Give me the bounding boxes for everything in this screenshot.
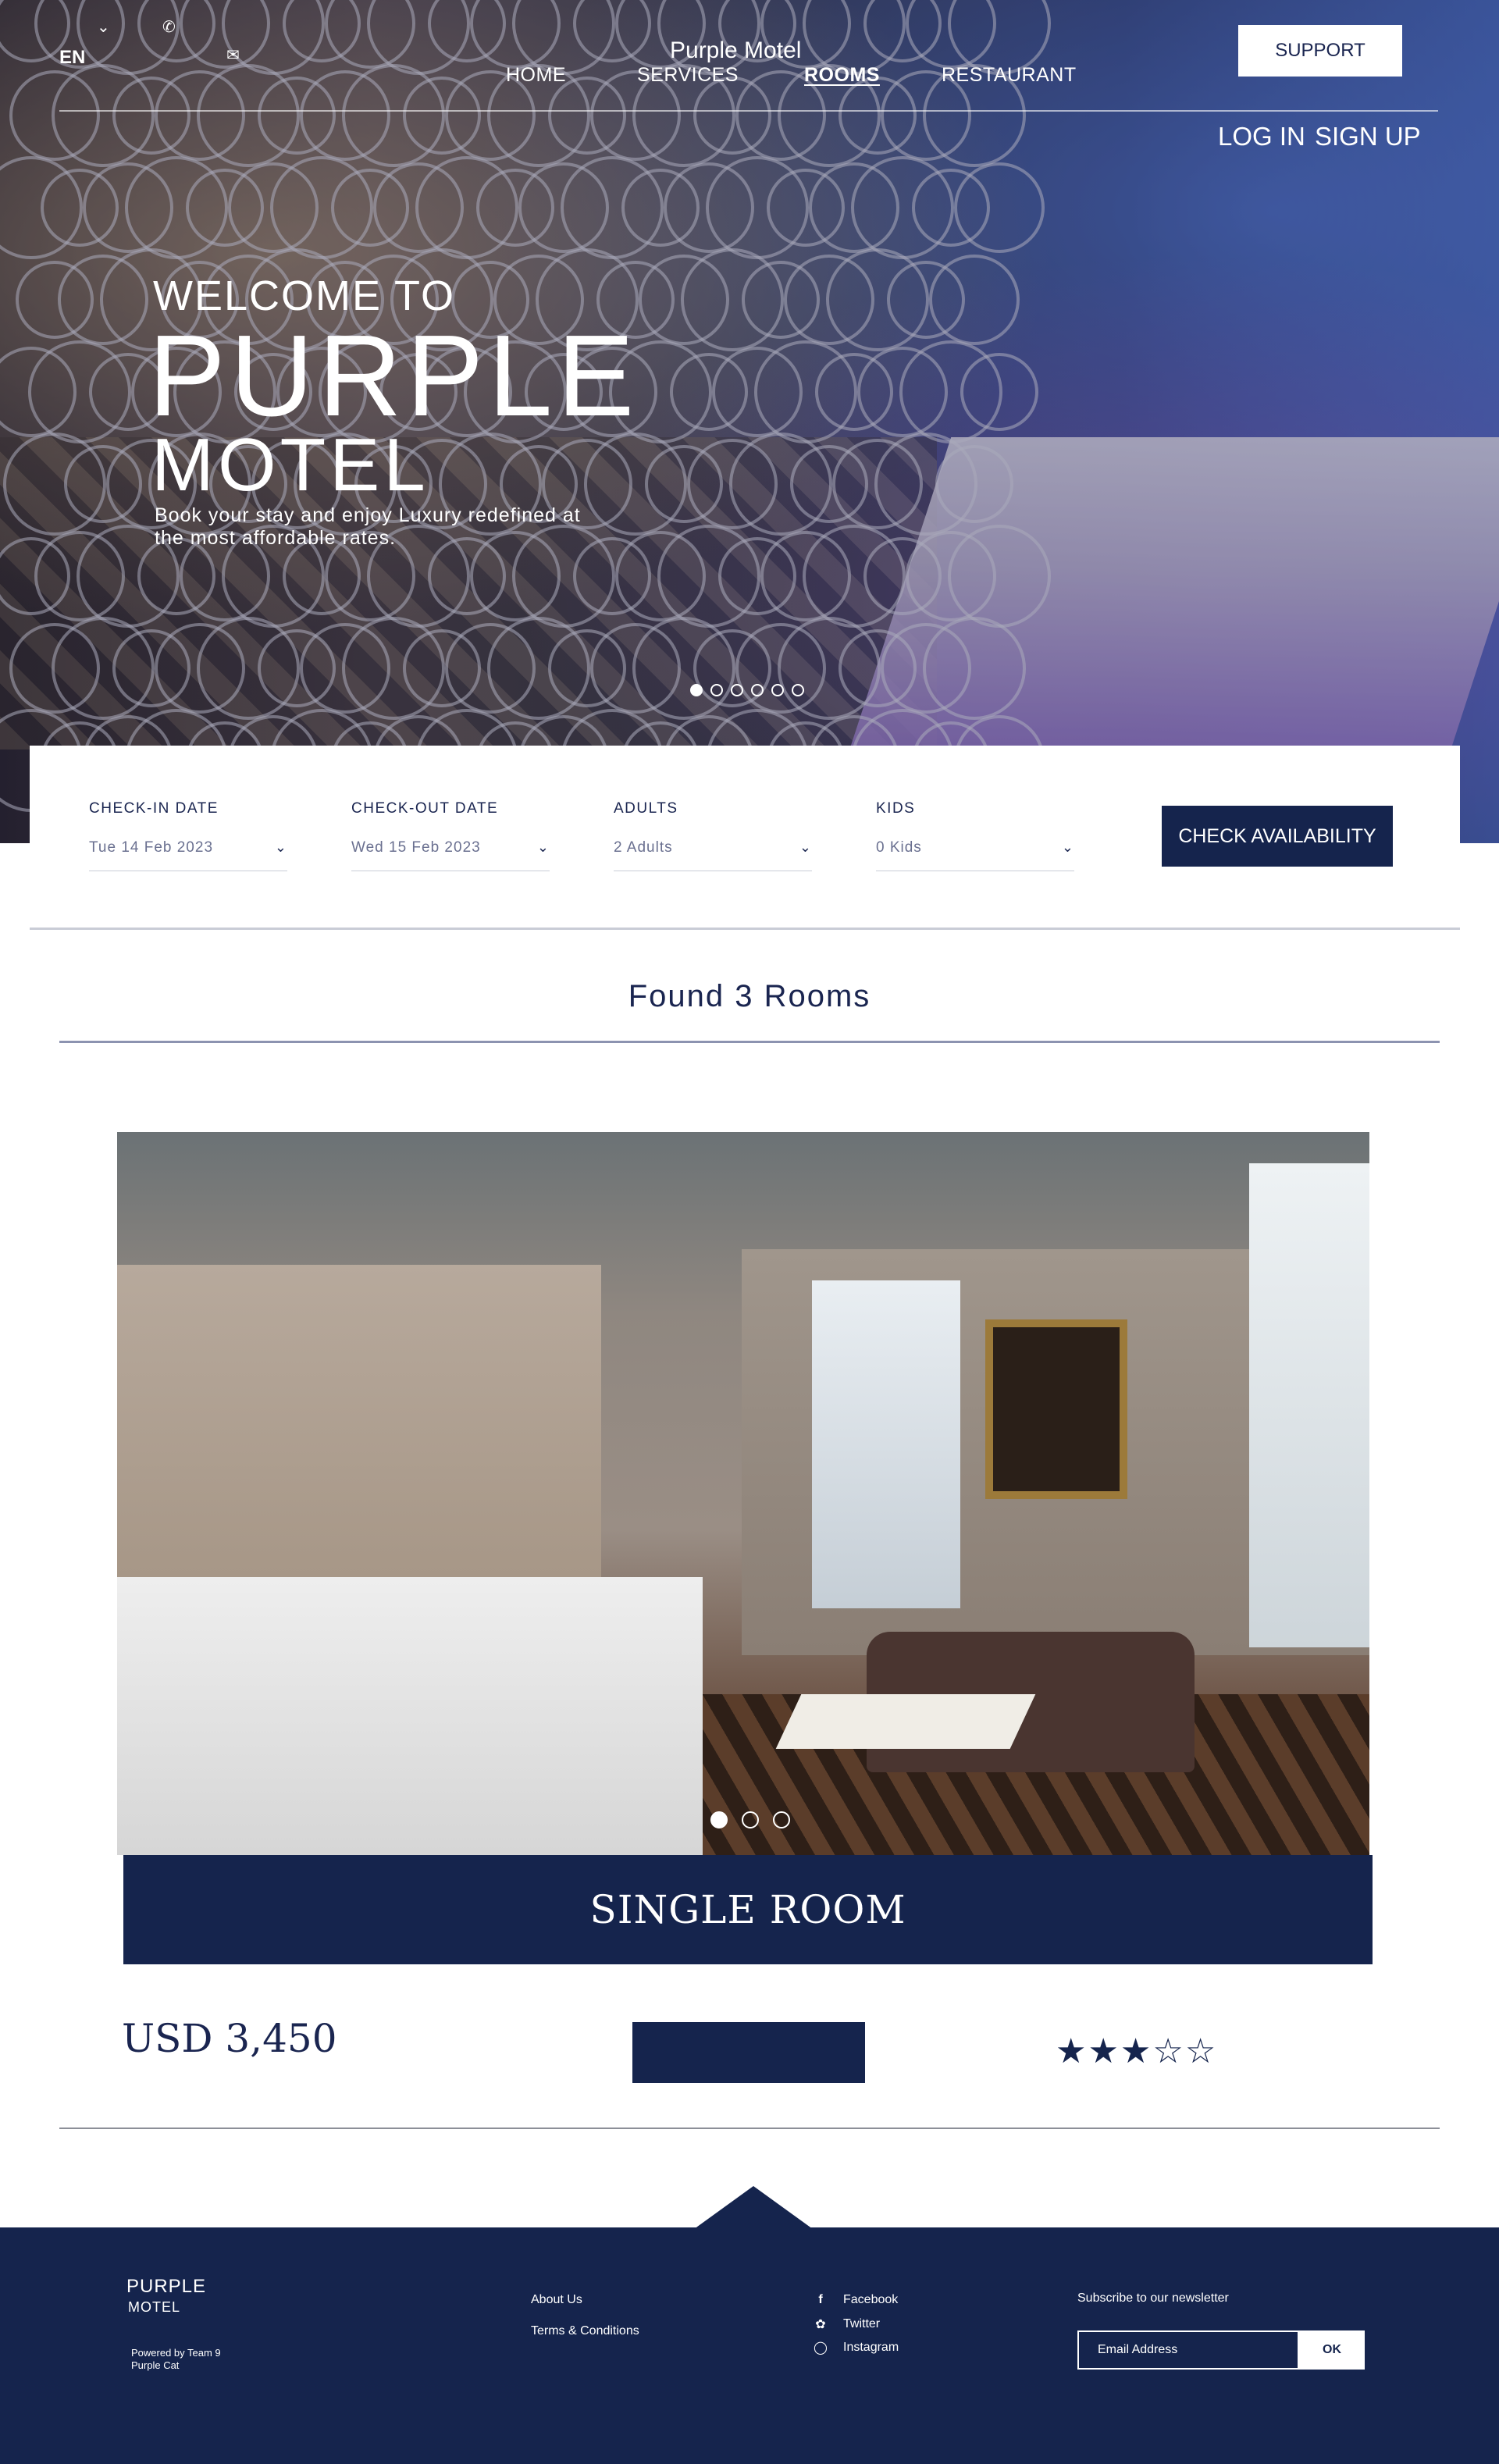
chevron-down-icon[interactable]: ⌄: [799, 839, 812, 856]
site-title: Purple Motel: [670, 37, 802, 63]
adults-select[interactable]: 2 Adults ⌄: [614, 839, 812, 871]
signup-link[interactable]: SIGN UP: [1315, 122, 1421, 151]
checkin-field[interactable]: CHECK-IN DATE Tue 14 Feb 2023 ⌄: [89, 800, 287, 871]
footer-powered-by: Powered by Team 9 Purple Cat: [131, 2347, 221, 2372]
footer: PURPLE MOTEL Powered by Team 9 Purple Ca…: [0, 2227, 1499, 2464]
powered-line-2: Purple Cat: [131, 2359, 180, 2371]
kids-field[interactable]: KIDS 0 Kids ⌄: [876, 800, 1074, 871]
hero-slide-dot[interactable]: [710, 684, 723, 696]
adults-label: ADULTS: [614, 800, 678, 817]
room-rating: ★★★☆☆: [1056, 2031, 1217, 2071]
checkout-field[interactable]: CHECK-OUT DATE Wed 15 Feb 2023 ⌄: [351, 800, 550, 871]
star-empty-icon: ☆: [1152, 2032, 1185, 2071]
header-divider: [59, 110, 1438, 112]
room-photo-dot[interactable]: [773, 1811, 790, 1828]
newsletter-label: Subscribe to our newsletter: [1077, 2291, 1229, 2305]
adults-field[interactable]: ADULTS 2 Adults ⌄: [614, 800, 812, 871]
nav-services[interactable]: SERVICES: [637, 64, 739, 87]
room-window: [812, 1280, 960, 1608]
footer-link-terms[interactable]: Terms & Conditions: [531, 2324, 639, 2338]
kids-select[interactable]: 0 Kids ⌄: [876, 839, 1074, 871]
hero-title-purple: PURPLE: [148, 312, 639, 440]
star-empty-icon: ☆: [1184, 2032, 1218, 2071]
footer-facebook[interactable]: f Facebook: [812, 2293, 898, 2307]
checkout-label: CHECK-OUT DATE: [351, 800, 499, 817]
facebook-label: Facebook: [843, 2293, 899, 2306]
newsletter-email-input[interactable]: [1077, 2330, 1299, 2370]
checkout-value: Wed 15 Feb 2023: [351, 839, 481, 856]
results-divider: [59, 1041, 1440, 1043]
hero-slide-dot[interactable]: [731, 684, 743, 696]
room-painting: [985, 1319, 1127, 1499]
chevron-down-icon[interactable]: ⌄: [537, 839, 550, 856]
room-name: SINGLE ROOM: [123, 1855, 1373, 1964]
room-table: [775, 1694, 1036, 1749]
footer-brand-purple: PURPLE: [126, 2276, 207, 2297]
hero-carousel-dots: [690, 684, 804, 696]
checkin-value: Tue 14 Feb 2023: [89, 839, 214, 856]
book-room-button[interactable]: [632, 2022, 865, 2083]
nav-restaurant[interactable]: RESTAURANT: [942, 64, 1077, 87]
hero-slide-dot[interactable]: [690, 684, 703, 696]
instagram-label: Instagram: [843, 2341, 899, 2354]
room-shelf: [117, 1265, 601, 1577]
kids-label: KIDS: [876, 800, 916, 817]
chevron-down-icon[interactable]: ⌄: [275, 839, 287, 856]
footer-link-about[interactable]: About Us: [531, 2293, 582, 2307]
footer-twitter[interactable]: ✿ Twitter: [812, 2316, 880, 2332]
footer-arrow: [694, 2186, 813, 2229]
room-photo-dot[interactable]: [710, 1811, 728, 1828]
hero-tagline: Book your stay and enjoy Luxury redefine…: [155, 504, 581, 549]
checkin-label: CHECK-IN DATE: [89, 800, 219, 817]
twitter-icon: ✿: [815, 2318, 826, 2331]
room-window-right: [1249, 1163, 1369, 1647]
adults-value: 2 Adults: [614, 839, 673, 856]
chevron-down-icon[interactable]: ⌄: [97, 17, 110, 37]
twitter-label: Twitter: [843, 2317, 881, 2330]
kids-value: 0 Kids: [876, 839, 922, 856]
room-bed: [117, 1577, 703, 1855]
phone-icon[interactable]: ✆: [162, 17, 176, 37]
star-filled-icon: ★: [1088, 2032, 1120, 2071]
facebook-icon: f: [818, 2293, 823, 2306]
booking-form: CHECK-IN DATE Tue 14 Feb 2023 ⌄ CHECK-OU…: [30, 746, 1460, 927]
footer-brand-motel: MOTEL: [128, 2299, 181, 2315]
booking-divider: [30, 928, 1460, 930]
check-availability-button[interactable]: CHECK AVAILABILITY: [1162, 806, 1393, 867]
star-filled-icon: ★: [1120, 2032, 1153, 2071]
footer-instagram[interactable]: ◯ Instagram: [812, 2340, 899, 2355]
instagram-icon: ◯: [814, 2341, 828, 2355]
room-divider: [59, 2128, 1440, 2129]
nav-home[interactable]: HOME: [506, 64, 566, 87]
newsletter-ok-button[interactable]: OK: [1299, 2330, 1365, 2370]
hero-slide-dot[interactable]: [751, 684, 764, 696]
hero-title-motel: MOTEL: [151, 423, 429, 507]
room-carousel-dots: [710, 1811, 790, 1828]
hero-slide-dot[interactable]: [771, 684, 784, 696]
checkin-select[interactable]: Tue 14 Feb 2023 ⌄: [89, 839, 287, 871]
nav-rooms[interactable]: ROOMS: [804, 64, 880, 87]
room-photo[interactable]: [117, 1132, 1369, 1855]
hero-slide-dot[interactable]: [792, 684, 804, 696]
room-price: USD 3,450: [122, 2016, 337, 2061]
chevron-down-icon[interactable]: ⌄: [1062, 839, 1074, 856]
results-count: Found 3 Rooms: [628, 979, 871, 1013]
star-filled-icon: ★: [1056, 2032, 1088, 2071]
powered-line-1: Powered by Team 9: [131, 2347, 221, 2359]
language-selector[interactable]: EN: [59, 47, 85, 69]
support-button[interactable]: SUPPORT: [1238, 25, 1402, 77]
hero-banner: EN ⌄ ✆ ✉ Purple Motel HOME SERVICES ROOM…: [0, 0, 1499, 843]
checkout-select[interactable]: Wed 15 Feb 2023 ⌄: [351, 839, 550, 871]
mail-icon[interactable]: ✉: [226, 45, 240, 65]
login-link[interactable]: LOG IN: [1218, 122, 1305, 151]
room-photo-dot[interactable]: [742, 1811, 759, 1828]
